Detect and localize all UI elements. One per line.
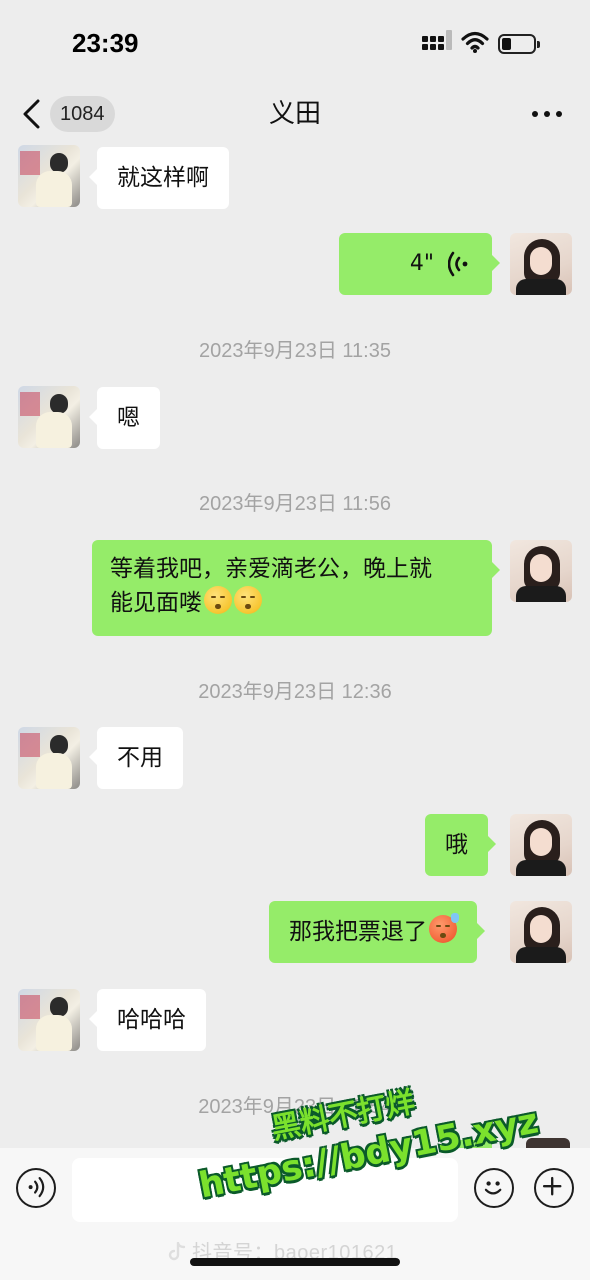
incoming-message-bubble[interactable]: 不用	[89, 727, 183, 789]
plus-icon[interactable]	[534, 1168, 574, 1208]
my-avatar[interactable]	[510, 814, 572, 876]
contact-avatar[interactable]	[18, 386, 80, 448]
incoming-message-bubble[interactable]: 就这样啊	[89, 147, 229, 209]
message-text: 哦	[445, 832, 468, 858]
my-avatar[interactable]	[510, 901, 572, 963]
voice-duration: 4"	[409, 251, 434, 276]
contact-avatar[interactable]	[18, 727, 80, 789]
my-avatar[interactable]	[510, 233, 572, 295]
message-text: 能见面喽	[110, 590, 202, 616]
message-text: 哈哈哈	[117, 1007, 186, 1033]
kissing-face-emoji	[204, 586, 232, 614]
incoming-message-bubble[interactable]: 嗯	[89, 387, 160, 449]
my-avatar[interactable]	[510, 540, 572, 602]
kissing-face-emoji	[234, 586, 262, 614]
angry-sweat-face-emoji	[429, 913, 459, 943]
message-text: 那我把票退了	[289, 919, 427, 945]
message-text: 不用	[117, 745, 163, 771]
voice-wave-icon	[448, 251, 468, 277]
message-timestamp: 2023年9月23日 11:35	[199, 340, 391, 362]
message-timestamp: 2023年9月23日 11:56	[199, 493, 391, 515]
contact-avatar[interactable]	[18, 145, 80, 207]
contact-avatar[interactable]	[18, 989, 80, 1051]
outgoing-message-bubble[interactable]: 哦	[425, 814, 496, 876]
tiktok-logo-icon	[168, 1242, 186, 1261]
message-text: 等着我吧，亲爱滴老公，晚上就	[110, 556, 432, 582]
message-timestamp: 2023年9月23日 12:36	[198, 681, 392, 703]
voice-input-icon[interactable]	[16, 1168, 56, 1208]
outgoing-message-bubble[interactable]: 等着我吧，亲爱滴老公，晚上就 能见面喽	[92, 540, 500, 636]
outgoing-message-bubble[interactable]: 那我把票退了	[269, 901, 485, 963]
incoming-message-bubble[interactable]: 哈哈哈	[89, 989, 206, 1051]
message-text: 嗯	[117, 405, 140, 431]
message-text: 就这样啊	[117, 165, 209, 191]
home-indicator	[190, 1258, 400, 1266]
voice-message-bubble[interactable]: 4"	[339, 233, 500, 295]
